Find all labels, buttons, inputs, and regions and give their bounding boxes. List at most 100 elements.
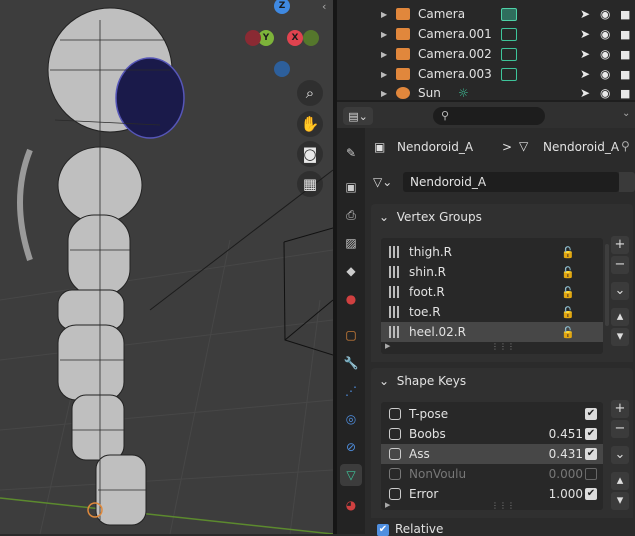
lock-icon[interactable]: 🔓 bbox=[561, 306, 575, 319]
shape-key-value[interactable]: 0.431 bbox=[531, 447, 583, 461]
tab-material[interactable]: ◕ bbox=[340, 494, 362, 516]
tab-modifiers[interactable]: 🔧 bbox=[340, 352, 362, 374]
tab-constraints[interactable]: ⊘ bbox=[340, 436, 362, 458]
shape-keys-panel-header[interactable]: ⌄ Shape Keys bbox=[371, 368, 633, 394]
properties-search-input[interactable]: ⚲ bbox=[433, 107, 545, 125]
list-item[interactable]: thigh.R 🔓 bbox=[381, 242, 603, 262]
add-vertex-group-button[interactable]: + bbox=[611, 236, 629, 254]
editor-type-dropdown[interactable]: ▤⌄ bbox=[343, 107, 373, 125]
render-camera-icon[interactable]: ■ bbox=[620, 68, 630, 81]
shape-key-value[interactable]: 1.000 bbox=[531, 487, 583, 501]
move-down-button[interactable]: ▾ bbox=[611, 328, 629, 346]
tab-particles[interactable]: ⋰ bbox=[340, 380, 362, 402]
list-item[interactable]: Boobs 0.451 ✔ bbox=[381, 424, 603, 444]
shape-key-value[interactable]: 0.451 bbox=[531, 427, 583, 441]
neg-x-axis-gizmo[interactable] bbox=[245, 30, 261, 46]
list-item-selected[interactable]: heel.02.R 🔓 bbox=[381, 322, 603, 342]
sun-data-icon[interactable]: ☼ bbox=[458, 86, 469, 100]
shape-key-checkbox[interactable] bbox=[585, 468, 597, 480]
grid-icon[interactable]: ▦ bbox=[297, 171, 323, 197]
tab-world[interactable]: ● bbox=[340, 288, 362, 310]
expand-filter-icon[interactable]: ▶ bbox=[385, 342, 390, 350]
shape-key-checkbox[interactable]: ✔ bbox=[585, 408, 597, 420]
list-item[interactable]: shin.R 🔓 bbox=[381, 262, 603, 282]
select-pointer-icon[interactable]: ➤ bbox=[580, 7, 590, 21]
vertex-group-list[interactable]: thigh.R 🔓 shin.R 🔓 foot.R 🔓 toe.R 🔓 heel… bbox=[381, 238, 603, 354]
select-pointer-icon[interactable]: ➤ bbox=[580, 27, 590, 41]
tab-data[interactable]: ▽ bbox=[340, 464, 362, 486]
outliner-row-camera-003[interactable]: ▶ Camera.003 ➤ ◉ ■ bbox=[337, 64, 635, 84]
camera-data-icon[interactable] bbox=[501, 7, 517, 21]
lock-icon[interactable]: 🔓 bbox=[561, 326, 575, 339]
tab-tool[interactable]: ✎ bbox=[340, 142, 362, 164]
3d-viewport[interactable]: Z Y X ‹ ⌕ ✋ ◙ ▦ bbox=[0, 0, 333, 534]
shape-key-value[interactable]: 0.000 bbox=[531, 467, 583, 481]
eye-icon[interactable]: ◉ bbox=[600, 7, 610, 21]
expand-icon[interactable]: ▶ bbox=[381, 89, 387, 98]
mesh-name-field[interactable]: Nendoroid_A bbox=[403, 172, 619, 192]
chevron-down-icon[interactable]: ⌄ bbox=[622, 108, 630, 119]
list-item-selected[interactable]: Ass 0.431 ✔ bbox=[381, 444, 603, 464]
mesh-data-browse[interactable]: ▽⌄ bbox=[373, 172, 403, 192]
shape-key-list[interactable]: T-pose ✔ Boobs 0.451 ✔ Ass 0.431 ✔ NonVo… bbox=[381, 402, 603, 510]
expand-icon[interactable]: ▶ bbox=[381, 10, 387, 19]
select-pointer-icon[interactable]: ➤ bbox=[580, 47, 590, 61]
expand-icon[interactable]: ▶ bbox=[381, 70, 387, 79]
resize-grip[interactable]: ⋮⋮⋮ bbox=[491, 501, 515, 510]
eye-icon[interactable]: ◉ bbox=[600, 86, 610, 100]
lock-icon[interactable]: 🔓 bbox=[561, 246, 575, 259]
select-pointer-icon[interactable]: ➤ bbox=[580, 67, 590, 81]
relative-checkbox[interactable]: ✔ bbox=[377, 524, 389, 536]
tab-view-layer[interactable]: ▨ bbox=[340, 232, 362, 254]
shape-key-checkbox[interactable]: ✔ bbox=[585, 488, 597, 500]
eye-icon[interactable]: ◉ bbox=[600, 27, 610, 41]
add-shape-key-button[interactable]: + bbox=[611, 400, 629, 418]
move-down-button[interactable]: ▾ bbox=[611, 492, 629, 510]
camera-data-icon[interactable] bbox=[501, 67, 517, 81]
fake-user-shield-icon[interactable] bbox=[619, 172, 635, 192]
eye-icon[interactable]: ◉ bbox=[600, 67, 610, 81]
move-up-button[interactable]: ▴ bbox=[611, 308, 629, 326]
shape-key-specials-button[interactable]: ⌄ bbox=[611, 446, 629, 464]
expand-icon[interactable]: ▶ bbox=[381, 50, 387, 59]
render-camera-icon[interactable]: ■ bbox=[620, 8, 630, 21]
list-item[interactable]: foot.R 🔓 bbox=[381, 282, 603, 302]
tab-scene[interactable]: ◆ bbox=[340, 260, 362, 282]
neg-y-axis-gizmo[interactable] bbox=[303, 30, 319, 46]
lock-icon[interactable]: 🔓 bbox=[561, 266, 575, 279]
vertex-groups-panel-header[interactable]: ⌄ Vertex Groups bbox=[371, 204, 633, 230]
pin-icon[interactable]: ⚲ bbox=[621, 139, 630, 153]
zoom-icon[interactable]: ⌕ bbox=[297, 80, 323, 106]
remove-shape-key-button[interactable]: − bbox=[611, 420, 629, 438]
list-item[interactable]: NonVoulu 0.000 bbox=[381, 464, 603, 484]
render-camera-icon[interactable]: ■ bbox=[620, 87, 630, 100]
tab-object[interactable]: ▢ bbox=[340, 324, 362, 346]
resize-grip[interactable]: ⋮⋮⋮ bbox=[491, 342, 515, 351]
neg-z-axis-gizmo[interactable] bbox=[274, 61, 290, 77]
outliner-row-camera-001[interactable]: ▶ Camera.001 ➤ ◉ ■ bbox=[337, 24, 635, 44]
chevron-left-icon[interactable]: ‹ bbox=[322, 0, 333, 20]
shape-key-checkbox[interactable]: ✔ bbox=[585, 448, 597, 460]
vertex-group-scrollbar[interactable] bbox=[605, 244, 609, 326]
list-item[interactable]: T-pose ✔ bbox=[381, 404, 603, 424]
camera-data-icon[interactable] bbox=[501, 47, 517, 61]
remove-vertex-group-button[interactable]: − bbox=[611, 256, 629, 274]
hand-icon[interactable]: ✋ bbox=[297, 111, 323, 137]
x-axis-gizmo[interactable]: X bbox=[287, 30, 303, 46]
list-item[interactable]: toe.R 🔓 bbox=[381, 302, 603, 322]
eye-icon[interactable]: ◉ bbox=[600, 47, 610, 61]
vertex-group-specials-button[interactable]: ⌄ bbox=[611, 282, 629, 300]
camera-data-icon[interactable] bbox=[501, 27, 517, 41]
render-camera-icon[interactable]: ■ bbox=[620, 48, 630, 61]
camera-view-icon[interactable]: ◙ bbox=[297, 141, 323, 167]
move-up-button[interactable]: ▴ bbox=[611, 472, 629, 490]
render-camera-icon[interactable]: ■ bbox=[620, 28, 630, 41]
shape-key-checkbox[interactable]: ✔ bbox=[585, 428, 597, 440]
tab-output[interactable]: ⎙ bbox=[340, 204, 362, 226]
tab-render[interactable]: ▣ bbox=[340, 176, 362, 198]
select-pointer-icon[interactable]: ➤ bbox=[580, 86, 590, 100]
outliner-row-camera-002[interactable]: ▶ Camera.002 ➤ ◉ ■ bbox=[337, 44, 635, 64]
expand-filter-icon[interactable]: ▶ bbox=[385, 501, 390, 509]
outliner-row-camera[interactable]: ▶ Camera ➤ ◉ ■ bbox=[337, 4, 635, 24]
tab-physics[interactable]: ◎ bbox=[340, 408, 362, 430]
